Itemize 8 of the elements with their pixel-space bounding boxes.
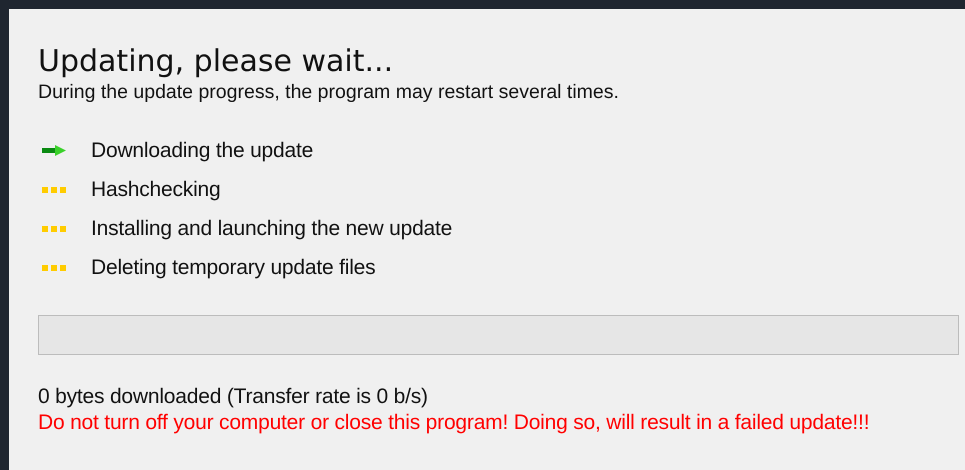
subtitle-text: During the update progress, the program may restart several times.	[38, 81, 620, 103]
step-label: Hashchecking	[91, 178, 221, 201]
step-label: Deleting temporary update files	[91, 256, 376, 279]
step-label: Downloading the update	[91, 139, 314, 162]
dialog-title: Updating, please wait...	[38, 45, 394, 79]
step-label: Installing and launching the new update	[91, 217, 452, 240]
warning-text: Do not turn off your computer or close this program! Doing so, will result in a failed update!!!	[38, 411, 870, 434]
status-text: 0 bytes downloaded (Transfer rate is 0 b/s)	[38, 385, 429, 408]
